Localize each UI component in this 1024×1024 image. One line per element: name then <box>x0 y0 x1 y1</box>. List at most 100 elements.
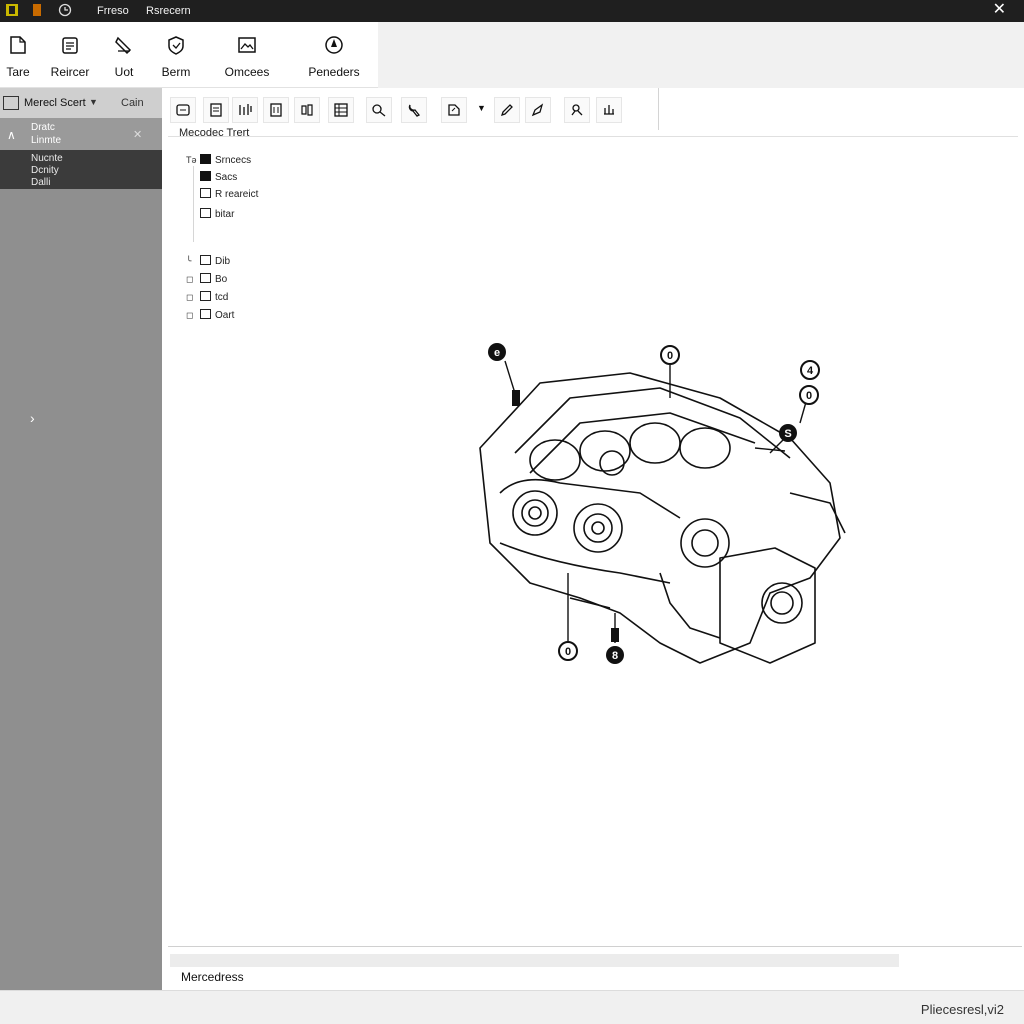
tree-node-prefix: Tə <box>186 155 197 165</box>
tree-node[interactable]: ◻ Oart <box>186 309 234 321</box>
file-icon[interactable] <box>30 3 44 17</box>
sidebar-action-button[interactable]: Cain <box>121 97 144 109</box>
tree-node[interactable]: R reareict <box>200 188 258 200</box>
close-button[interactable]: ✕ <box>993 1 1006 19</box>
ribbon-label: Peneders <box>308 65 360 79</box>
tree-node-label: Sacs <box>215 172 238 183</box>
panel-icon <box>3 96 19 110</box>
callout-label: 0 <box>806 390 812 402</box>
node-icon <box>200 154 211 164</box>
sidebar: Merecl Scert ▼ Cain ∧ Dratc Linmte ✕ Nuc… <box>0 88 162 990</box>
callout-badge[interactable]: S <box>779 424 797 442</box>
stamp-icon[interactable] <box>441 97 467 123</box>
ribbon-empty-area <box>378 22 1024 88</box>
node-icon <box>200 291 211 301</box>
ribbon-label: Reircer <box>50 65 90 79</box>
tree-divider <box>168 136 1018 137</box>
status-scrollbar[interactable] <box>170 954 899 967</box>
callout-badge[interactable]: 0 <box>558 641 578 661</box>
ribbon-button-peneders[interactable]: Peneders <box>302 22 366 88</box>
sidebar-list: Nucnte Dcnity Dalli <box>0 150 162 189</box>
dropdown-caret-icon[interactable]: ▼ <box>477 103 486 113</box>
callout-badge[interactable]: e <box>488 343 506 361</box>
menu-frreso[interactable]: Frreso <box>97 5 129 17</box>
ribbon-button-uot[interactable]: Uot <box>104 22 144 88</box>
tree-node[interactable]: bitar <box>200 208 234 220</box>
node-icon <box>200 208 211 218</box>
callout-label: 4 <box>807 365 814 377</box>
callout-badge[interactable]: 4 <box>800 360 820 380</box>
connector-icon[interactable] <box>596 97 622 123</box>
tree-node[interactable]: ◻ tcd <box>186 291 228 303</box>
tree-guide-line <box>193 166 194 242</box>
callout-label: 8 <box>612 650 618 662</box>
tree-node-prefix: ◻ <box>186 274 194 284</box>
callout-label: S <box>784 428 791 440</box>
sidebar-item[interactable]: Dalli <box>31 177 50 188</box>
main-panel: ▼ Mecodec Trert Tə Srncecs Sacs R reareic… <box>162 88 1024 990</box>
callout-marker <box>512 390 520 406</box>
tree-node-prefix: ◻ <box>186 310 194 320</box>
sidebar-item[interactable]: Nucnte <box>31 153 63 164</box>
ribbon-label: Tare <box>6 65 30 79</box>
node-icon <box>200 273 211 283</box>
ribbon-label: Omcees <box>224 65 270 79</box>
close-icon[interactable]: ✕ <box>133 128 142 141</box>
layers-icon[interactable] <box>294 97 320 123</box>
callout-leaders <box>504 360 811 643</box>
callout-label: e <box>494 347 500 359</box>
sidebar-group-label: Dratc <box>31 122 55 133</box>
wrench-icon[interactable] <box>401 97 427 123</box>
ribbon-button-berm[interactable]: Berm <box>154 22 198 88</box>
table-icon[interactable] <box>328 97 354 123</box>
sidebar-group-label: Linmte <box>31 135 62 146</box>
callout-badge[interactable]: 0 <box>660 345 680 365</box>
tree-node-label: tcd <box>215 292 229 303</box>
app-logo-icon <box>6 4 18 16</box>
chevron-down-icon[interactable]: ▼ <box>89 97 98 107</box>
callout-badge[interactable]: 8 <box>606 646 624 664</box>
tree-node-prefix: ◻ <box>186 292 194 302</box>
columns-icon[interactable] <box>232 97 258 123</box>
compass-icon <box>325 36 343 54</box>
tool-icon[interactable] <box>366 97 392 123</box>
menu-rsrecern[interactable]: Rsrecern <box>146 5 191 17</box>
status-label: Mercedress <box>181 970 244 984</box>
clock-icon[interactable] <box>58 3 72 17</box>
expand-arrow-icon[interactable]: › <box>30 410 35 426</box>
sidebar-title: Merecl Scert <box>24 97 86 109</box>
node-icon <box>200 188 211 198</box>
ribbon-button-omcees[interactable]: Omcees <box>220 22 274 88</box>
ribbon-label: Berm <box>161 65 191 79</box>
tree-node[interactable]: ╰ Dib <box>186 255 230 267</box>
ribbon-button-reircer[interactable]: Reircer <box>46 22 94 88</box>
engine-diagram[interactable]: e 0 4 0 S 0 8 <box>470 343 870 693</box>
select-icon[interactable] <box>263 97 289 123</box>
engine-line-art <box>479 372 846 664</box>
shield-icon <box>168 36 184 55</box>
sidebar-group[interactable]: ∧ Dratc Linmte ✕ <box>0 118 162 150</box>
pen-icon[interactable] <box>494 97 520 123</box>
tree-node-prefix: ╰ <box>186 256 192 266</box>
caret-up-icon[interactable]: ∧ <box>7 128 16 142</box>
tree-title: Mecodec Trert <box>179 127 250 139</box>
grid-icon[interactable] <box>170 97 196 123</box>
toolbar-divider <box>658 88 659 130</box>
callout-badge[interactable]: 0 <box>799 385 819 405</box>
tree-node[interactable]: ◻ Bo <box>186 273 227 285</box>
pencil-icon[interactable] <box>525 97 551 123</box>
document-icon <box>10 36 26 54</box>
status-divider <box>168 946 1022 947</box>
ribbon-button-tare[interactable]: Tare <box>0 22 36 88</box>
tree-node-label: Dib <box>215 256 231 267</box>
version-label: Pliecesresl,vi2 <box>920 1002 1004 1017</box>
tree-node[interactable]: Sacs <box>200 171 237 183</box>
tree-node-label: Oart <box>215 310 235 321</box>
node-icon <box>200 309 211 319</box>
sidebar-header: Merecl Scert ▼ Cain <box>0 88 162 118</box>
measure-icon[interactable] <box>564 97 590 123</box>
tree-node[interactable]: Tə Srncecs <box>186 154 251 166</box>
list-icon[interactable] <box>203 97 229 123</box>
callouts: e 0 4 0 S 0 8 <box>488 343 820 664</box>
sidebar-item[interactable]: Dcnity <box>31 165 59 176</box>
